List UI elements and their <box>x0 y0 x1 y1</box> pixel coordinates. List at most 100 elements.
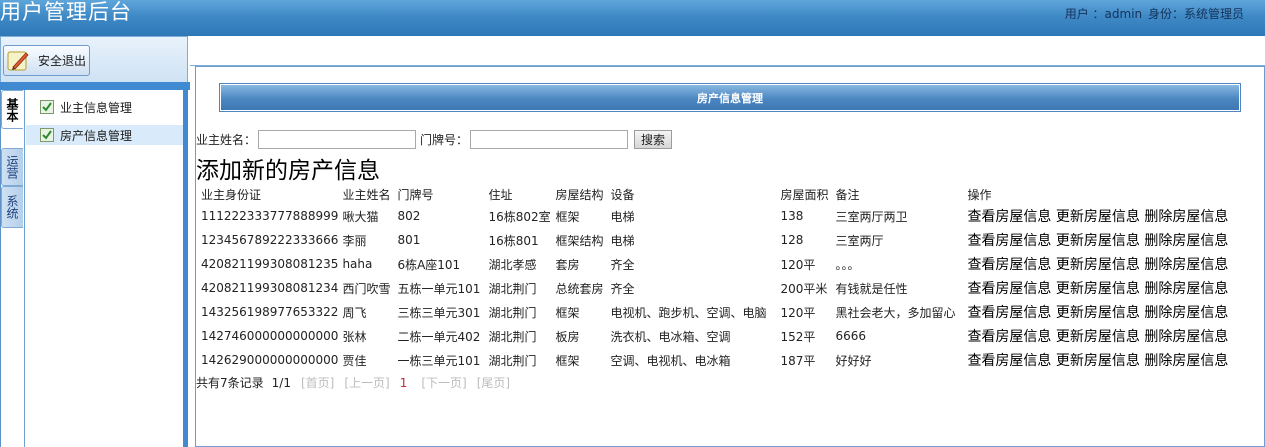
view-house-link[interactable]: 查看房屋信息 <box>967 209 1051 225</box>
sidebar-item-owner-info[interactable]: 业主信息管理 <box>40 97 132 117</box>
last-page-link[interactable]: [尾页] <box>477 374 510 391</box>
cell-area: 138 <box>780 209 804 223</box>
update-house-link[interactable]: 更新房屋信息 <box>1056 281 1140 297</box>
content-panel: 房产信息管理 业主姓名： 门牌号： 搜索 添加新的房产信息 业主身份证 业主姓名… <box>195 66 1265 447</box>
update-house-link[interactable]: 更新房屋信息 <box>1056 257 1140 273</box>
current-page: 1 <box>399 375 408 390</box>
cell-area: 128 <box>780 233 804 247</box>
cell-address: 湖北荆门 <box>488 305 537 320</box>
checkbox-icon <box>40 128 54 142</box>
cell-name: 西门吹雪 <box>342 281 391 296</box>
view-house-link[interactable]: 查看房屋信息 <box>967 305 1051 321</box>
table-row: 111222333777888999 啾大猫 802 16栋802室 框架 电梯… <box>199 204 1247 228</box>
table-row: 420821199308081234 西门吹雪 五栋一单元101 湖北荆门 总统… <box>199 276 1247 300</box>
cell-name: 李丽 <box>342 233 367 248</box>
cell-structure: 框架 <box>555 209 580 224</box>
update-house-link[interactable]: 更新房屋信息 <box>1056 305 1140 321</box>
cell-structure: 框架 <box>555 353 580 368</box>
cell-structure: 框架结构 <box>555 233 604 248</box>
delete-house-link[interactable]: 删除房屋信息 <box>1144 209 1228 225</box>
content-top-spacer <box>190 36 1265 66</box>
update-house-link[interactable]: 更新房屋信息 <box>1056 233 1140 249</box>
cell-area: 200平米 <box>780 281 828 296</box>
first-page-link[interactable]: [首页] <box>301 374 334 391</box>
cell-name: 张林 <box>342 329 367 344</box>
cell-address: 湖北荆门 <box>488 329 537 344</box>
column-header: 业主姓名 <box>342 187 391 202</box>
cell-area: 152平 <box>780 329 816 344</box>
view-house-link[interactable]: 查看房屋信息 <box>967 329 1051 345</box>
column-header: 业主身份证 <box>201 187 262 202</box>
page-indicator: 1/1 <box>271 375 291 390</box>
cell-note: 三室两厅两卫 <box>835 209 908 224</box>
search-button[interactable]: 搜索 <box>634 129 673 149</box>
delete-house-link[interactable]: 删除房屋信息 <box>1144 281 1228 297</box>
cell-actions: 查看房屋信息 更新房屋信息 删除房屋信息 <box>965 228 1247 252</box>
owner-name-input[interactable] <box>258 129 417 149</box>
tab-system[interactable]: 系统 <box>1 186 23 228</box>
cell-note: 。。。 <box>835 257 860 272</box>
table-row: 143256198977653322 周飞 三栋三单元301 湖北荆门 框架 电… <box>199 300 1247 324</box>
vertical-tabs: 基本 运营 系统 <box>1 90 24 447</box>
update-house-link[interactable]: 更新房屋信息 <box>1056 209 1140 225</box>
tab-basic[interactable]: 基本 <box>1 90 23 129</box>
record-count: 共有7条记录 <box>196 376 264 390</box>
cell-name: 贾佳 <box>342 353 367 368</box>
logout-button[interactable]: 安全退出 <box>3 45 90 76</box>
sidebar-item-property-info[interactable]: 房产信息管理 <box>26 125 184 145</box>
pagination: 共有7条记录 1/1 [首页] [上一页] 1 [下一页] [尾页] <box>196 374 510 391</box>
cell-address: 湖北孝感 <box>488 257 537 272</box>
delete-house-link[interactable]: 删除房屋信息 <box>1144 233 1228 249</box>
user-info: 用户 ：admin 身份：系统管理员 <box>1064 5 1245 22</box>
view-house-link[interactable]: 查看房屋信息 <box>967 281 1051 297</box>
cell-equipment: 齐全 <box>610 257 635 272</box>
pencil-icon <box>7 51 29 70</box>
view-house-link[interactable]: 查看房屋信息 <box>967 257 1051 273</box>
cell-structure: 总统套房 <box>555 281 604 296</box>
table-row: 123456789222333666 李丽 801 16栋801 框架结构 电梯… <box>199 228 1247 252</box>
cell-door: 801 <box>397 233 421 247</box>
sidebar-item-label: 房产信息管理 <box>60 128 133 143</box>
cell-note: 6666 <box>835 329 866 343</box>
logout-label: 安全退出 <box>38 54 87 68</box>
sidebar: 基本 运营 系统 业主信息管理 房产信息管理 <box>0 90 188 447</box>
tab-operations[interactable]: 运营 <box>1 148 23 186</box>
cell-name: 啾大猫 <box>342 209 379 224</box>
view-house-link[interactable]: 查看房屋信息 <box>967 353 1051 369</box>
cell-equipment: 电梯 <box>610 209 635 224</box>
column-header: 门牌号 <box>397 187 434 202</box>
cell-address: 湖北荆门 <box>488 353 537 368</box>
cell-door: 一栋三单元101 <box>397 353 481 368</box>
door-no-input[interactable] <box>470 129 629 149</box>
cell-equipment: 齐全 <box>610 281 635 296</box>
column-header: 住址 <box>488 187 513 202</box>
top-header: 用户管理后台 用户 ：admin 身份：系统管理员 <box>0 0 1265 36</box>
delete-house-link[interactable]: 删除房屋信息 <box>1144 305 1228 321</box>
property-table: 业主身份证 业主姓名 门牌号 住址 房屋结构 设备 房屋面积 备注 操作 111… <box>199 184 1247 372</box>
delete-house-link[interactable]: 删除房屋信息 <box>1144 329 1228 345</box>
next-page-link[interactable]: [下一页] <box>421 374 466 391</box>
update-house-link[interactable]: 更新房屋信息 <box>1056 329 1140 345</box>
cell-door: 二栋一单元402 <box>397 329 481 344</box>
view-house-link[interactable]: 查看房屋信息 <box>967 233 1051 249</box>
user-role: 身份：系统管理员 <box>1147 7 1244 21</box>
cell-address: 16栋802室 <box>488 209 551 224</box>
cell-id-card: 123456789222333666 <box>201 233 339 247</box>
delete-house-link[interactable]: 删除房屋信息 <box>1144 353 1228 369</box>
checkbox-icon <box>40 100 54 114</box>
add-property-link[interactable]: 添加新的房产信息 <box>196 151 380 185</box>
cell-note: 好好好 <box>835 353 872 368</box>
cell-equipment: 电视机、跑步机、空调、电脑 <box>610 305 767 320</box>
column-header: 备注 <box>835 187 860 202</box>
update-house-link[interactable]: 更新房屋信息 <box>1056 353 1140 369</box>
delete-house-link[interactable]: 删除房屋信息 <box>1144 257 1228 273</box>
cell-actions: 查看房屋信息 更新房屋信息 删除房屋信息 <box>965 276 1247 300</box>
prev-page-link[interactable]: [上一页] <box>344 374 389 391</box>
sidebar-divider <box>0 82 190 90</box>
table-row: 142746000000000000 张林 二栋一单元402 湖北荆门 板房 洗… <box>199 324 1247 348</box>
cell-door: 802 <box>397 209 421 223</box>
cell-structure: 框架 <box>555 305 580 320</box>
search-bar: 业主姓名： 门牌号： 搜索 <box>196 129 673 149</box>
cell-note: 三室两厅 <box>835 233 884 248</box>
cell-address: 16栋801 <box>488 233 539 248</box>
